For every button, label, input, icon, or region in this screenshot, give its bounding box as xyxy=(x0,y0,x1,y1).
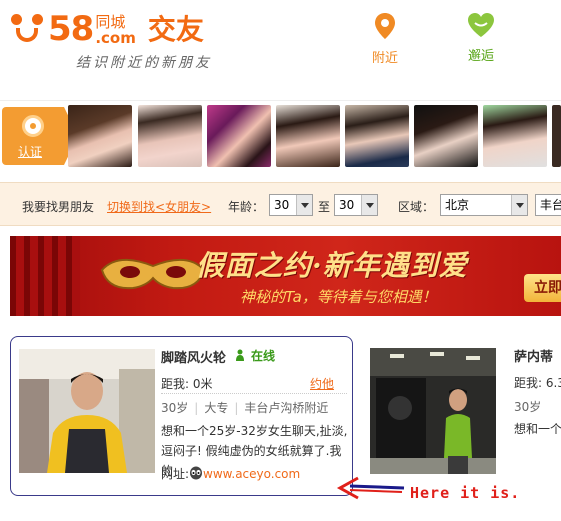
profile-name[interactable]: 萨内蒂 xyxy=(514,346,553,365)
slogan: 结识附近的新朋友 xyxy=(76,55,212,71)
seeking-text: 我要找男朋友 xyxy=(22,200,95,214)
avatar-thumb[interactable] xyxy=(68,105,132,167)
profile-age: 30岁 xyxy=(514,400,542,414)
profile-url[interactable]: www.aceyo.com xyxy=(203,467,300,481)
heart-icon xyxy=(468,13,494,37)
avatar-thumb[interactable] xyxy=(552,105,561,167)
profile-distance: 距我: 6.3 xyxy=(514,376,561,390)
nav-encounter-label: 邂逅 xyxy=(467,49,494,64)
banner-title: 假面之约·新年遇到爱 xyxy=(196,249,468,282)
avatar-strip: 认证 xyxy=(0,100,561,170)
promo-banner[interactable]: 假面之约·新年遇到爱 神秘的Ta，等待着与您相遇！ 立即 xyxy=(10,236,561,316)
date-him-link[interactable]: 约他 xyxy=(310,375,334,392)
verify-tab[interactable]: 认证 xyxy=(2,107,78,165)
region-label: 区域： xyxy=(398,200,435,214)
online-status: 在线 xyxy=(251,349,276,363)
annotation-arrow-icon xyxy=(336,476,405,500)
avatar-thumb[interactable] xyxy=(414,105,478,167)
curtain-decoration xyxy=(10,236,80,316)
profile-description: 想和一个 xyxy=(514,422,561,436)
profile-url-row: 网址: www.aceyo.com xyxy=(161,465,300,482)
profile-distance: 距我: 0米 xyxy=(161,377,213,391)
location-pin-icon xyxy=(375,13,395,39)
profile-card[interactable]: 脚踏风火轮 在线 距我: 0米 约他 30岁 | 大专 | 丰台卢沟桥附近 想和一个25… xyxy=(10,336,353,496)
avatar-thumb[interactable] xyxy=(345,105,409,167)
site-logo[interactable]: 58 同城 .com 交友 xyxy=(8,8,204,48)
banner-join-button[interactable]: 立即 xyxy=(524,274,561,302)
masquerade-mask-icon xyxy=(100,259,206,290)
profile-age: 30岁 xyxy=(161,401,189,415)
divider xyxy=(161,393,347,394)
logo-title: 交友 xyxy=(147,13,204,46)
district-select[interactable]: 丰台 xyxy=(535,194,561,216)
verify-icon xyxy=(22,115,44,137)
logo-face-icon xyxy=(8,10,48,48)
age-to-select[interactable]: 30 xyxy=(334,194,378,216)
region-select[interactable]: 北京 xyxy=(440,194,528,216)
banner-subtitle: 神秘的Ta，等待着与您相遇！ xyxy=(240,288,437,306)
switch-gender-link[interactable]: 切换到找<女朋友> xyxy=(107,198,211,215)
site-header: 58 同城 .com 交友 结识附近的新朋友 附近 邂逅 xyxy=(0,0,561,92)
nav-nearby-label: 附近 xyxy=(371,51,398,66)
profile-photo[interactable] xyxy=(19,349,155,473)
nav-encounter[interactable]: 邂逅 xyxy=(456,12,506,64)
age-to-label: 至 xyxy=(318,200,331,214)
avatar-thumb[interactable] xyxy=(138,105,202,167)
nav-nearby[interactable]: 附近 xyxy=(360,12,410,66)
profile-name[interactable]: 脚踏风火轮 xyxy=(161,347,226,366)
logo-domain: .com xyxy=(95,29,136,47)
avatar-thumb[interactable] xyxy=(207,105,271,167)
chevron-down-icon xyxy=(361,195,377,215)
profile-location: 丰台卢沟桥附近 xyxy=(244,401,329,415)
alien-emoticon-icon xyxy=(190,466,203,480)
age-label: 年龄： xyxy=(228,200,265,214)
online-person-icon xyxy=(236,349,244,361)
url-label: 网址: xyxy=(161,467,190,481)
verify-label: 认证 xyxy=(18,145,43,159)
age-from-select[interactable]: 30 xyxy=(269,194,313,216)
profile-photo[interactable] xyxy=(370,348,496,474)
annotation-text: Here it is. xyxy=(410,484,521,502)
chevron-down-icon xyxy=(296,195,312,215)
chevron-down-icon xyxy=(511,195,527,215)
logo-number: 58 xyxy=(48,9,94,49)
profile-education: 大专 xyxy=(204,401,229,415)
logo-city: 同城 xyxy=(95,13,126,31)
profile-info: 30岁 | 大专 | 丰台卢沟桥附近 xyxy=(161,401,329,415)
profile-card[interactable]: 萨内蒂 距我: 6.3 30岁 想和一个 xyxy=(360,336,561,496)
avatar-thumb[interactable] xyxy=(483,105,547,167)
avatar-thumb[interactable] xyxy=(276,105,340,167)
search-filter-bar: 我要找男朋友 切换到找<女朋友> 年龄： 30 至 30 区域： 北京 丰台 xyxy=(0,182,561,226)
